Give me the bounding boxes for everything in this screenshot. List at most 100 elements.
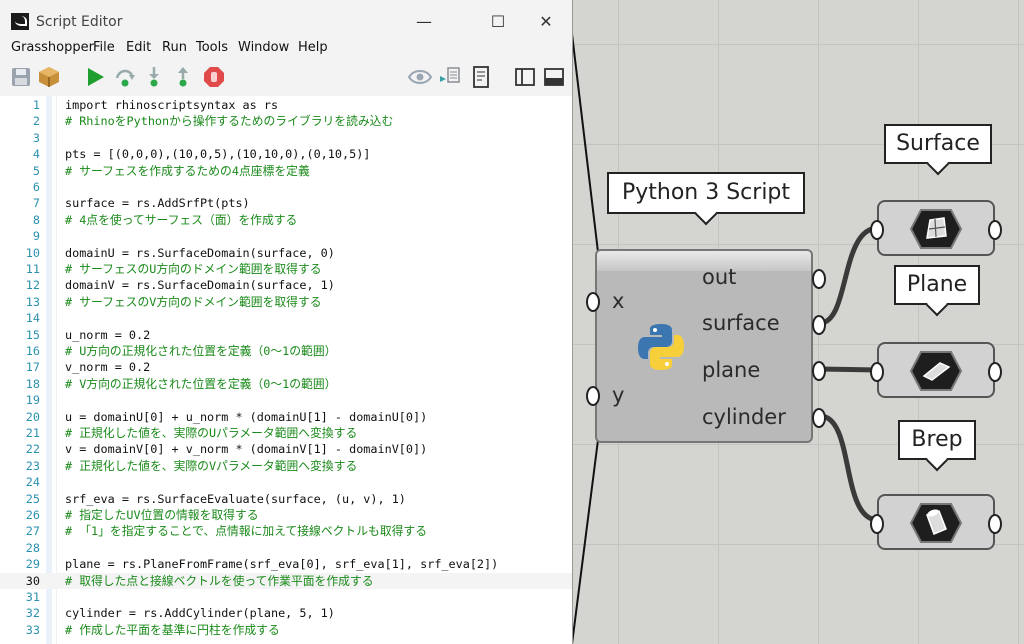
preview-icon[interactable] xyxy=(408,66,432,88)
code-line[interactable]: 4 pts = [(0,0,0),(10,0,5),(10,10,0),(0,10… xyxy=(0,146,572,162)
split-vertical-icon[interactable] xyxy=(514,66,538,88)
line-number: 4 xyxy=(32,147,40,162)
line-number: 9 xyxy=(32,229,40,244)
code-line[interactable]: 5 # サーフェスを作成するための4点座標を定義 xyxy=(0,163,572,179)
run-icon[interactable] xyxy=(84,66,108,88)
editor-link-line xyxy=(571,33,599,253)
wire-surface xyxy=(819,225,879,326)
brep-param-input-grip[interactable] xyxy=(870,514,884,534)
code-line[interactable]: 13 # サーフェスのV方向のドメイン範囲を取得する xyxy=(0,294,572,310)
code-line[interactable]: 23 # 正規化した値を、実際のVパラメータ範囲へ変換する xyxy=(0,458,572,474)
code-line[interactable]: 22 v = domainV[0] + v_norm * (domainV[1] … xyxy=(0,441,572,457)
code-line[interactable]: 26 # 指定したUV位置の情報を取得する xyxy=(0,507,572,523)
menu-run[interactable]: Run xyxy=(162,40,187,55)
brep-param-icon xyxy=(909,503,963,543)
save-icon[interactable] xyxy=(10,66,34,88)
code-comment: # V方向の正規化された位置を定義（0〜1の範囲） xyxy=(65,376,337,391)
brep-param-output-grip[interactable] xyxy=(988,514,1002,534)
code-line[interactable]: 3 xyxy=(0,130,572,146)
compare-icon[interactable] xyxy=(439,66,463,88)
line-number: 28 xyxy=(25,540,40,555)
close-button[interactable]: ✕ xyxy=(524,8,568,36)
brep-param-balloon: Brep xyxy=(898,420,976,460)
code-line[interactable]: 17 v_norm = 0.2 xyxy=(0,359,572,375)
code-line[interactable]: 7 surface = rs.AddSrfPt(pts) xyxy=(0,195,572,211)
menu-file[interactable]: File xyxy=(93,40,115,55)
package-icon[interactable] xyxy=(38,66,62,88)
menu-tools[interactable]: Tools xyxy=(196,40,228,55)
code-line[interactable]: 6 xyxy=(0,179,572,195)
line-number: 32 xyxy=(25,606,40,621)
code-line[interactable]: 12 domainV = rs.SurfaceDomain(surface, 1) xyxy=(0,277,572,293)
code-line[interactable]: 19 xyxy=(0,392,572,408)
code-editor[interactable]: 1 import rhinoscriptsyntax as rs 2 # Rhinoを… xyxy=(0,96,572,644)
minimize-button[interactable]: — xyxy=(402,8,446,36)
menu-window[interactable]: Window xyxy=(238,40,289,55)
code-line[interactable]: 2 # RhinoをPythonから操作するためのライブラリを読み込む xyxy=(0,113,572,129)
menu-grasshopper[interactable]: Grasshopper xyxy=(11,40,94,55)
line-number: 10 xyxy=(25,245,40,260)
code-line[interactable]: 20 u = domainU[0] + u_norm * (domainU[1] … xyxy=(0,409,572,425)
input-y-grip[interactable] xyxy=(586,386,600,406)
code-line[interactable]: 15 u_norm = 0.2 xyxy=(0,327,572,343)
editor-link-line-bottom xyxy=(571,439,599,644)
console-icon[interactable] xyxy=(470,66,494,88)
step-over-icon[interactable] xyxy=(114,66,138,88)
line-number: 16 xyxy=(25,344,40,358)
brep-param-component[interactable] xyxy=(877,494,995,550)
code-line[interactable]: 14 xyxy=(0,310,572,326)
code-line[interactable]: 18 # V方向の正規化された位置を定義（0〜1の範囲） xyxy=(0,376,572,392)
stop-icon[interactable] xyxy=(203,66,227,88)
code-line[interactable]: 21 # 正規化した値を、実際のUパラメータ範囲へ変換する xyxy=(0,425,572,441)
code-line[interactable]: 10 domainU = rs.SurfaceDomain(surface, 0) xyxy=(0,245,572,261)
code-line[interactable]: 31 xyxy=(0,589,572,605)
line-number: 27 xyxy=(25,524,40,539)
plane-param-input-grip[interactable] xyxy=(870,362,884,382)
code-line[interactable]: 11 # サーフェスのU方向のドメイン範囲を取得する xyxy=(0,261,572,277)
surface-param-output-grip[interactable] xyxy=(988,220,1002,240)
step-into-icon[interactable] xyxy=(143,66,167,88)
code-line[interactable]: 32 cylinder = rs.AddCylinder(plane, 5, 1) xyxy=(0,605,572,621)
script-editor-window[interactable]: Script Editor — ☐ ✕ Grasshopper File Edi… xyxy=(0,0,572,644)
output-out-grip[interactable] xyxy=(812,269,826,289)
code-line[interactable]: 16 # U方向の正規化された位置を定義（0〜1の範囲） xyxy=(0,343,572,359)
menu-help[interactable]: Help xyxy=(298,40,328,55)
surface-param-component[interactable] xyxy=(877,200,995,256)
code-text: cylinder = rs.AddCylinder(plane, 5, 1) xyxy=(65,606,335,621)
output-plane-grip[interactable] xyxy=(812,361,826,381)
plane-param-component[interactable] xyxy=(877,342,995,398)
split-horizontal-icon[interactable] xyxy=(543,66,567,88)
code-line[interactable]: 29 plane = rs.PlaneFromFrame(srf_eva[0], … xyxy=(0,556,572,572)
code-text: u = domainU[0] + u_norm * (domainU[1] - … xyxy=(65,409,428,424)
surface-param-name: Surface xyxy=(896,131,980,156)
maximize-button[interactable]: ☐ xyxy=(476,8,520,36)
input-x-grip[interactable] xyxy=(586,292,600,312)
code-line[interactable]: 24 xyxy=(0,474,572,490)
line-number: 21 xyxy=(25,426,40,440)
output-cylinder-grip[interactable] xyxy=(812,408,826,428)
rhino-app-icon xyxy=(11,13,29,30)
code-line[interactable]: 28 xyxy=(0,540,572,556)
output-surface-grip[interactable] xyxy=(812,315,826,335)
code-line[interactable]: 27 # 「1」を指定することで、点情報に加えて接線ベクトルも取得する xyxy=(0,523,572,539)
step-out-icon[interactable] xyxy=(172,66,196,88)
surface-param-input-grip[interactable] xyxy=(870,220,884,240)
line-number: 33 xyxy=(25,622,40,637)
code-line[interactable]: 9 xyxy=(0,228,572,244)
code-line[interactable]: 33 # 作成した平面を基準に円柱を作成する xyxy=(0,622,572,638)
window-title: Script Editor xyxy=(36,14,123,30)
code-line[interactable]: 8 # 4点を使ってサーフェス（面）を作成する xyxy=(0,212,572,228)
plane-param-balloon: Plane xyxy=(894,265,980,305)
line-number: 30 xyxy=(25,573,40,588)
menu-edit[interactable]: Edit xyxy=(126,40,151,55)
python-logo-icon xyxy=(638,324,684,370)
code-line[interactable]: 1 import rhinoscriptsyntax as rs xyxy=(0,97,572,113)
surface-param-balloon: Surface xyxy=(884,124,992,164)
plane-param-output-grip[interactable] xyxy=(988,362,1002,382)
code-line[interactable]: 30 # 取得した点と接線ベクトルを使って作業平面を作成する xyxy=(0,572,572,589)
code-text: v = domainV[0] + v_norm * (domainV[1] - … xyxy=(65,442,428,457)
code-text: domainV = rs.SurfaceDomain(surface, 1) xyxy=(65,278,335,293)
code-line[interactable]: 25 srf_eva = rs.SurfaceEvaluate(surface, … xyxy=(0,491,572,507)
toolbar xyxy=(0,58,572,97)
python-script-component[interactable]: x y out surface plane cylinder xyxy=(595,249,813,443)
